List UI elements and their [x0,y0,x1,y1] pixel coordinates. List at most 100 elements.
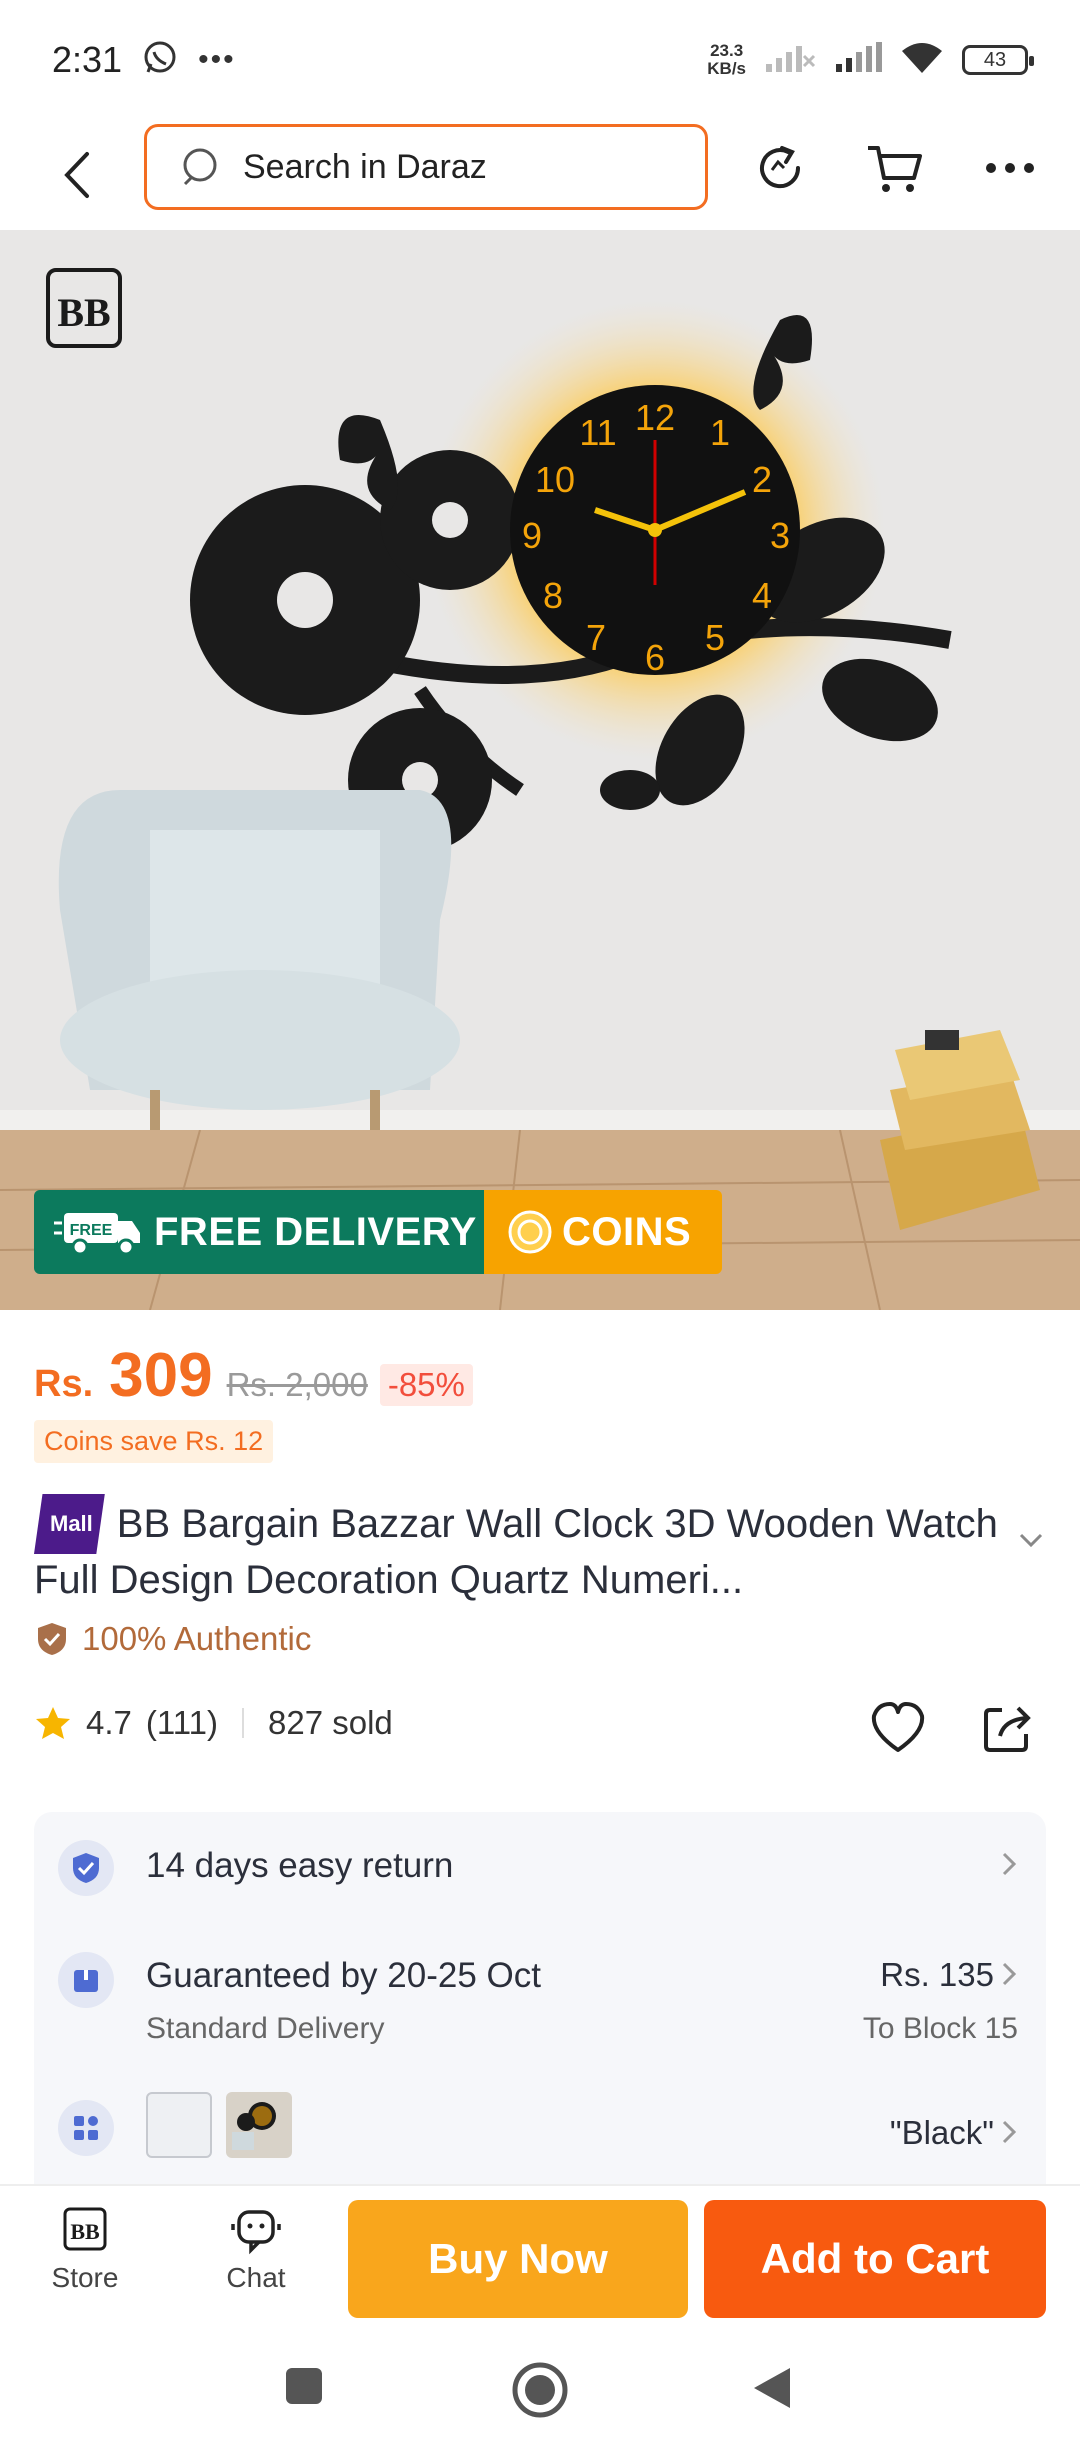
back-button[interactable] [46,145,106,205]
rating-count: (111) [145,1704,219,1741]
search-placeholder: Search in Daraz [243,147,487,186]
delivery-location: To Block 15 [862,2012,1018,2045]
chevron-down-icon [1019,1533,1043,1548]
svg-text:FREE: FREE [70,1222,113,1239]
status-bar: 2:31 ••• 23.3 KB/s 43 [0,0,1080,120]
cart-icon [868,146,922,192]
chevron-right-icon [1002,1852,1017,1881]
home-circle-icon [512,2362,568,2418]
wishlist-button[interactable] [868,1700,928,1761]
search-input[interactable]: Search in Daraz [144,124,708,210]
mall-badge: Mall [34,1494,105,1554]
coins-badge: COINS [484,1190,722,1274]
chat-icon [231,2210,281,2255]
product-title: Mall BB Bargain Bazzar Wall Clock 3D Wood… [34,1494,1024,1606]
chevron-right-icon [1002,2120,1017,2149]
recents-button[interactable] [284,2366,324,2411]
promo-banner: FREE FREE DELIVERY COINS [34,1190,722,1274]
original-price: Rs. 2,000 [226,1366,368,1403]
delivery-box-icon [58,1952,114,2008]
svg-text:12: 12 [635,397,675,438]
delivery-truck-icon: FREE [54,1213,140,1256]
product-image[interactable]: 1212 345 678 91011 BB FREE FREE DELI [0,230,1080,1310]
signal-icon-sim2 [764,42,816,79]
brand-logo: BB [44,266,124,358]
delivery-row[interactable]: Guaranteed by 20-25 Oct Standard Deliver… [34,1922,1046,2062]
expand-title-button[interactable] [1018,1532,1044,1553]
status-time: 2:31 [52,39,123,80]
bottom-action-bar: BB Store Chat Buy Now Add to Cart [0,2184,1080,2324]
coin-icon [508,1210,552,1254]
more-notifications-icon: ••• [198,43,236,76]
delivery-guarantee-text: Guaranteed by 20-25 Oct [146,1956,541,1995]
star-icon [36,1707,70,1739]
more-icon [986,163,1034,173]
heart-icon [871,1702,925,1752]
buy-now-button[interactable]: Buy Now [348,2200,688,2318]
svg-text:2: 2 [752,459,772,500]
more-options-button[interactable] [980,138,1040,198]
product-title-block[interactable]: Mall BB Bargain Bazzar Wall Clock 3D Wood… [34,1494,1024,1606]
arrow-left-icon [64,152,89,198]
triangle-back-icon [754,2368,790,2408]
share-icon [984,1706,1031,1752]
rating-row[interactable]: 4.7 (111) 827 sold [34,1704,393,1742]
svg-text:11: 11 [579,412,616,453]
svg-text:5: 5 [705,617,725,658]
svg-text:6: 6 [645,637,665,678]
chat-label: Chat [226,2262,286,2293]
share-button[interactable] [980,1700,1036,1761]
product-photo-illustration: 12 12 345 678 91011 [0,230,1080,1310]
refresh-icon [760,146,801,189]
add-to-cart-button[interactable]: Add to Cart [704,2200,1046,2318]
discount-badge: -85% [379,1364,473,1406]
delivery-fee: Rs. 135 [880,1956,994,1993]
wifi-icon [900,41,944,80]
cart-button[interactable] [864,138,924,198]
store-logo-icon: BB [63,2207,107,2251]
authentic-badge: 100% Authentic [36,1620,311,1658]
free-delivery-badge: FREE FREE DELIVERY [34,1190,484,1274]
whatsapp-icon [142,40,178,81]
rating-value: 4.7 [86,1704,132,1741]
free-delivery-label: FREE DELIVERY [154,1209,477,1254]
chevron-right-icon [1002,1962,1017,1991]
sold-count: 827 sold [268,1704,393,1741]
return-shield-icon [58,1840,114,1896]
svg-text:10: 10 [535,459,575,500]
svg-text:BB: BB [57,290,110,335]
svg-text:9: 9 [522,515,542,556]
shield-check-icon [38,1623,66,1655]
svg-text:1: 1 [710,412,730,453]
current-price: 309 [109,1341,213,1410]
return-policy-row[interactable]: 14 days easy return [34,1812,1046,1922]
svg-text:8: 8 [543,575,563,616]
price-row: Rs. 309 Rs. 2,000 -85% [34,1340,473,1411]
store-label: Store [51,2262,119,2293]
selected-variant: "Black" [889,2114,994,2151]
home-button[interactable] [510,2360,570,2425]
variant-row[interactable]: "Black" [34,2074,1046,2184]
signal-icon-sim1 [834,41,882,79]
return-policy-text: 14 days easy return [146,1846,454,1885]
product-title-text: BB Bargain Bazzar Wall Clock 3D Wooden W… [34,1502,998,1602]
coins-save-badge: Coins save Rs. 12 [34,1420,274,1463]
authentic-label: 100% Authentic [82,1620,312,1657]
svg-text:BB: BB [70,2219,100,2244]
system-back-button[interactable] [752,2366,792,2415]
battery-indicator: 43 [962,45,1034,75]
search-icon [183,148,217,186]
store-button[interactable]: BB Store [30,2206,140,2294]
variant-swatch-black[interactable] [226,2092,292,2158]
svg-text:3: 3 [770,515,790,556]
delivery-type-text: Standard Delivery [146,2012,385,2045]
variants-grid-icon [58,2100,114,2156]
square-icon [286,2368,322,2404]
network-speed: 23.3 KB/s [707,41,746,78]
refresh-button[interactable] [750,138,810,198]
variant-swatch-plain[interactable] [146,2092,212,2158]
delivery-info-card: 14 days easy return Guaranteed by 20-25 … [34,1812,1046,2192]
system-nav-bar [0,2324,1080,2460]
chat-button[interactable]: Chat [201,2206,311,2294]
svg-text:7: 7 [586,617,606,658]
